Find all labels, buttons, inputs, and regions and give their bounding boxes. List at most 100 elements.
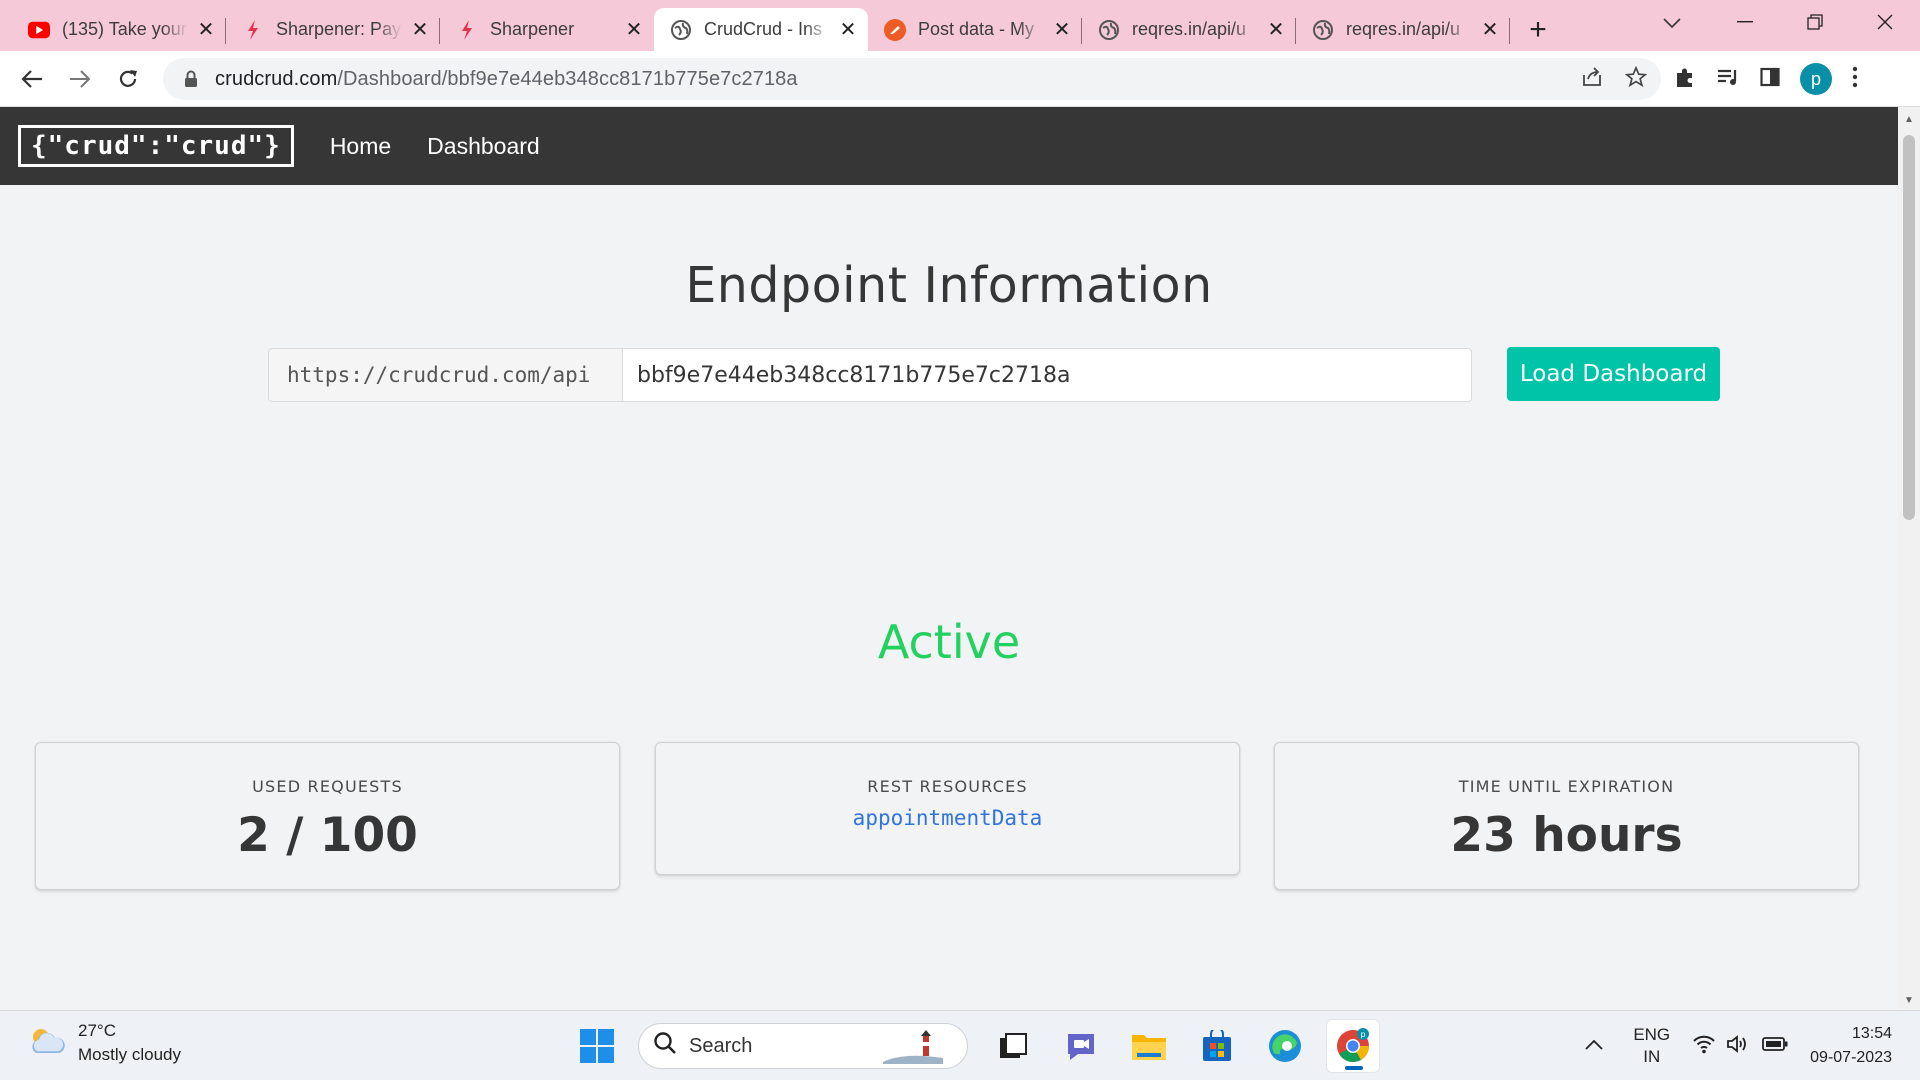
tab-title: Sharpener: Pay [276, 19, 402, 39]
tab-title: (135) Take your [62, 19, 187, 39]
more-menu-icon[interactable] [1852, 66, 1858, 93]
browser-tab[interactable]: Sharpener: Pay ✕ [226, 8, 440, 51]
scrollbar-thumb[interactable] [1903, 135, 1915, 520]
new-tab-button[interactable]: + [1510, 8, 1566, 51]
close-tab-icon[interactable]: ✕ [410, 19, 430, 41]
close-tab-icon[interactable]: ✕ [1266, 19, 1286, 41]
browser-tab-strip: (135) Take your ✕ Sharpener: Pay ✕ Sharp… [0, 0, 1920, 51]
close-tab-icon[interactable]: ✕ [1480, 19, 1500, 41]
browser-tab[interactable]: reqres.in/api/u ✕ [1082, 8, 1296, 51]
profile-avatar[interactable]: p [1800, 63, 1832, 95]
weather-widget[interactable]: 27°C Mostly cloudy [28, 1019, 181, 1067]
close-tab-icon[interactable]: ✕ [624, 19, 644, 41]
lock-icon[interactable] [181, 69, 201, 89]
lighthouse-illustration-icon [883, 1028, 943, 1070]
clock-date: 09-07-2023 [1810, 1049, 1892, 1066]
card-heading: REST RESOURCES [867, 777, 1028, 796]
task-view-icon[interactable] [986, 1019, 1040, 1073]
close-tab-icon[interactable]: ✕ [838, 19, 858, 41]
close-tab-icon[interactable]: ✕ [196, 19, 216, 41]
system-clock[interactable]: 13:54 09-07-2023 [1810, 1022, 1892, 1070]
nav-dashboard-link[interactable]: Dashboard [427, 133, 540, 160]
teams-chat-icon[interactable] [1054, 1019, 1108, 1073]
globe-icon [1312, 19, 1334, 41]
edge-browser-icon[interactable] [1258, 1019, 1312, 1073]
taskbar-search[interactable]: Search [638, 1023, 968, 1069]
microsoft-store-icon[interactable] [1190, 1019, 1244, 1073]
expiration-value: 23 hours [1450, 808, 1683, 863]
weather-temp: 27°C [78, 1021, 116, 1040]
media-queue-icon[interactable] [1716, 67, 1740, 92]
browser-tab[interactable]: reqres.in/api/u ✕ [1296, 8, 1510, 51]
browser-toolbar: crudcrud.com/Dashboard/bbf9e7e44eb348cc8… [0, 51, 1920, 107]
browser-tab[interactable]: Post data - My ✕ [868, 8, 1082, 51]
show-hidden-icons-chevron-icon[interactable] [1585, 1037, 1603, 1055]
svg-text:p: p [1360, 1030, 1365, 1039]
browser-tab[interactable]: Sharpener ✕ [440, 8, 654, 51]
file-explorer-icon[interactable] [1122, 1019, 1176, 1073]
card-heading: USED REQUESTS [252, 777, 403, 796]
cloudy-weather-icon [28, 1026, 66, 1061]
window-controls [1710, 0, 1920, 44]
close-window-icon[interactable] [1850, 0, 1920, 44]
reload-icon[interactable] [106, 57, 150, 101]
postman-icon [884, 18, 906, 41]
used-requests-card: USED REQUESTS 2 / 100 [35, 742, 620, 890]
side-panel-icon[interactable] [1760, 67, 1780, 92]
language-line1: ENG [1633, 1025, 1671, 1044]
clock-time: 13:54 [1851, 1025, 1892, 1042]
browser-tab[interactable]: (135) Take your ✕ [12, 8, 226, 51]
rest-resources-card: REST RESOURCES appointmentData [655, 742, 1240, 875]
weather-desc: Mostly cloudy [78, 1045, 181, 1064]
back-arrow-icon[interactable] [10, 57, 54, 101]
search-icon [653, 1031, 677, 1061]
url-host: crudcrud.com [215, 67, 338, 90]
forward-arrow-icon[interactable] [58, 57, 102, 101]
tab-title: reqres.in/api/u [1132, 19, 1247, 39]
globe-icon [1098, 19, 1120, 41]
windows-taskbar: 27°C Mostly cloudy Search p ENG IN 13:54… [0, 1010, 1920, 1080]
tab-title: Post data - My [918, 19, 1035, 39]
endpoint-prefix: https://crudcrud.com/api [268, 348, 623, 402]
load-dashboard-button[interactable]: Load Dashboard [1507, 347, 1720, 401]
tab-title: Sharpener [490, 19, 575, 39]
windows-start-icon[interactable] [570, 1019, 624, 1073]
page-title: Endpoint Information [685, 257, 1213, 314]
scroll-up-arrow-icon[interactable]: ▲ [1898, 109, 1920, 129]
endpoint-id-input[interactable] [622, 348, 1472, 402]
restore-icon[interactable] [1780, 0, 1850, 44]
battery-icon[interactable] [1762, 1036, 1788, 1056]
minimize-icon[interactable] [1710, 0, 1780, 44]
nav-home-link[interactable]: Home [330, 133, 391, 160]
share-icon[interactable] [1581, 66, 1603, 92]
address-bar[interactable]: crudcrud.com/Dashboard/bbf9e7e44eb348cc8… [163, 58, 1661, 100]
globe-icon [670, 19, 692, 41]
close-tab-icon[interactable]: ✕ [1052, 19, 1072, 41]
page-viewport: {"crud":"crud"} Home Dashboard Endpoint … [0, 107, 1898, 1010]
sharpener-bolt-icon [456, 19, 478, 41]
tab-title: CrudCrud - Ins [704, 19, 823, 39]
card-heading: TIME UNTIL EXPIRATION [1458, 777, 1675, 796]
tab-search-chevron-icon[interactable] [1652, 8, 1692, 38]
browser-tab-active[interactable]: CrudCrud - Ins ✕ [654, 8, 868, 51]
site-navbar: {"crud":"crud"} Home Dashboard [0, 107, 1898, 185]
scroll-down-arrow-icon[interactable]: ▼ [1898, 990, 1920, 1010]
resource-link[interactable]: appointmentData [853, 806, 1043, 830]
expiration-card: TIME UNTIL EXPIRATION 23 hours [1274, 742, 1859, 890]
endpoint-status: Active [877, 615, 1021, 669]
url-path: /Dashboard/bbf9e7e44eb348cc8171b775e7c27… [337, 67, 798, 90]
chrome-browser-icon[interactable]: p [1326, 1019, 1380, 1073]
wifi-icon[interactable] [1692, 1034, 1716, 1059]
volume-icon[interactable] [1726, 1034, 1750, 1059]
page-scrollbar[interactable]: ▲ ▼ [1898, 107, 1920, 1010]
bookmark-star-icon[interactable] [1624, 65, 1648, 93]
used-requests-value: 2 / 100 [237, 808, 418, 863]
search-label: Search [689, 1034, 753, 1057]
url-text: crudcrud.com/Dashboard/bbf9e7e44eb348cc8… [215, 68, 798, 91]
site-logo[interactable]: {"crud":"crud"} [18, 125, 294, 167]
youtube-icon [28, 19, 50, 41]
sharpener-bolt-icon [242, 19, 264, 41]
tab-title: reqres.in/api/u [1346, 19, 1461, 39]
language-indicator[interactable]: ENG IN [1633, 1024, 1670, 1068]
extensions-puzzle-icon[interactable] [1674, 66, 1696, 93]
